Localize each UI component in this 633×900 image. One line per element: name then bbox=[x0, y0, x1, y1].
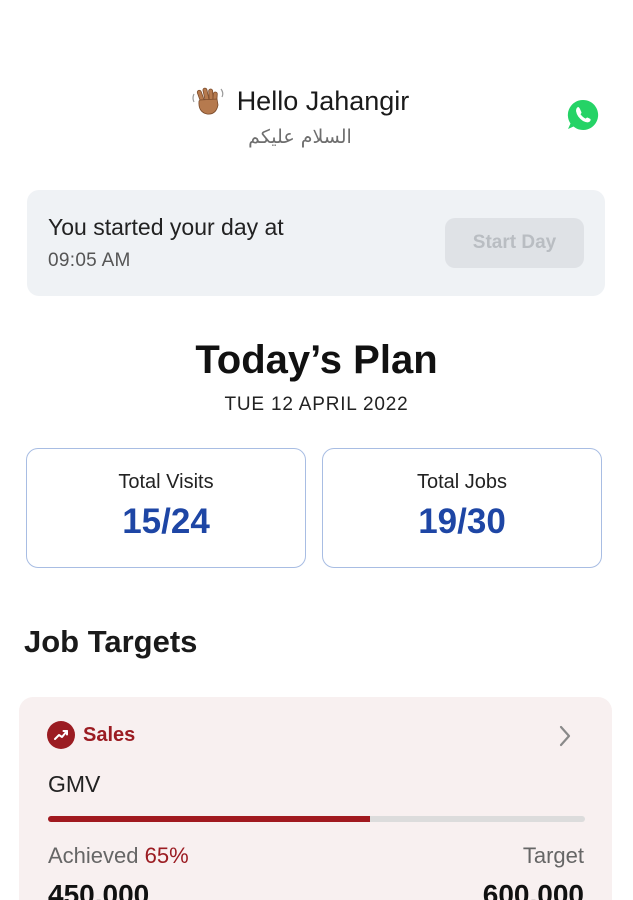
progress-bar bbox=[48, 816, 585, 822]
target-value: 600,000 bbox=[482, 879, 584, 900]
whatsapp-button[interactable] bbox=[566, 98, 600, 132]
job-targets-title: Job Targets bbox=[24, 624, 198, 659]
day-start-text: You started your day at bbox=[48, 214, 284, 240]
plan-title: Today’s Plan bbox=[195, 338, 438, 382]
waving-hand-icon bbox=[191, 84, 225, 118]
greeting-arabic: السلام عليكم bbox=[248, 126, 352, 148]
chevron-right-icon[interactable] bbox=[555, 723, 575, 749]
achieved-value: 450,000 bbox=[48, 879, 150, 900]
sales-category: Sales bbox=[47, 721, 135, 749]
stat-label: Total Visits bbox=[118, 471, 214, 493]
progress-fill bbox=[48, 816, 371, 822]
total-visits-card[interactable]: Total Visits 15/24 bbox=[26, 448, 306, 568]
whatsapp-icon bbox=[567, 99, 599, 130]
metric-name: GMV bbox=[48, 771, 101, 797]
achieved-label: Achieved bbox=[48, 843, 145, 868]
sales-label: Sales bbox=[83, 723, 136, 746]
greeting-text: Hello Jahangir bbox=[236, 85, 410, 116]
stat-label: Total Jobs bbox=[416, 471, 508, 493]
target-label: Target bbox=[522, 843, 584, 868]
plan-date: TUE 12 APRIL 2022 bbox=[224, 394, 409, 415]
sales-target-card[interactable]: Sales GMV Achieved 65% Target 450,000 60… bbox=[19, 697, 612, 900]
greeting-header: Hello Jahangir السلام عليكم bbox=[0, 84, 600, 148]
day-start-time: 09:05 AM bbox=[48, 250, 131, 271]
stat-value: 15/24 bbox=[122, 502, 210, 541]
day-status-card: You started your day at 09:05 AM Start D… bbox=[27, 190, 605, 296]
achieved-row: Achieved 65% bbox=[48, 843, 189, 869]
greeting-line: Hello Jahangir bbox=[0, 84, 600, 118]
start-day-button[interactable]: Start Day bbox=[445, 218, 584, 268]
total-jobs-card[interactable]: Total Jobs 19/30 bbox=[322, 448, 602, 568]
stat-value: 19/30 bbox=[418, 502, 506, 541]
achieved-percent: 65% bbox=[144, 843, 189, 868]
home-screen: Hello Jahangir السلام عليكم You started … bbox=[0, 0, 633, 900]
trending-up-icon bbox=[47, 721, 75, 749]
